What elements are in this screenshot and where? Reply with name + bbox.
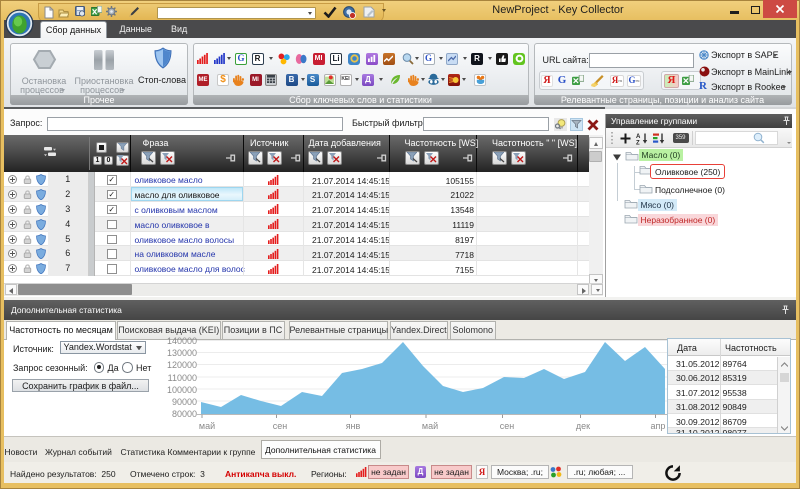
svg-text:Z: Z [636,141,640,146]
svg-text:A: A [636,134,641,140]
